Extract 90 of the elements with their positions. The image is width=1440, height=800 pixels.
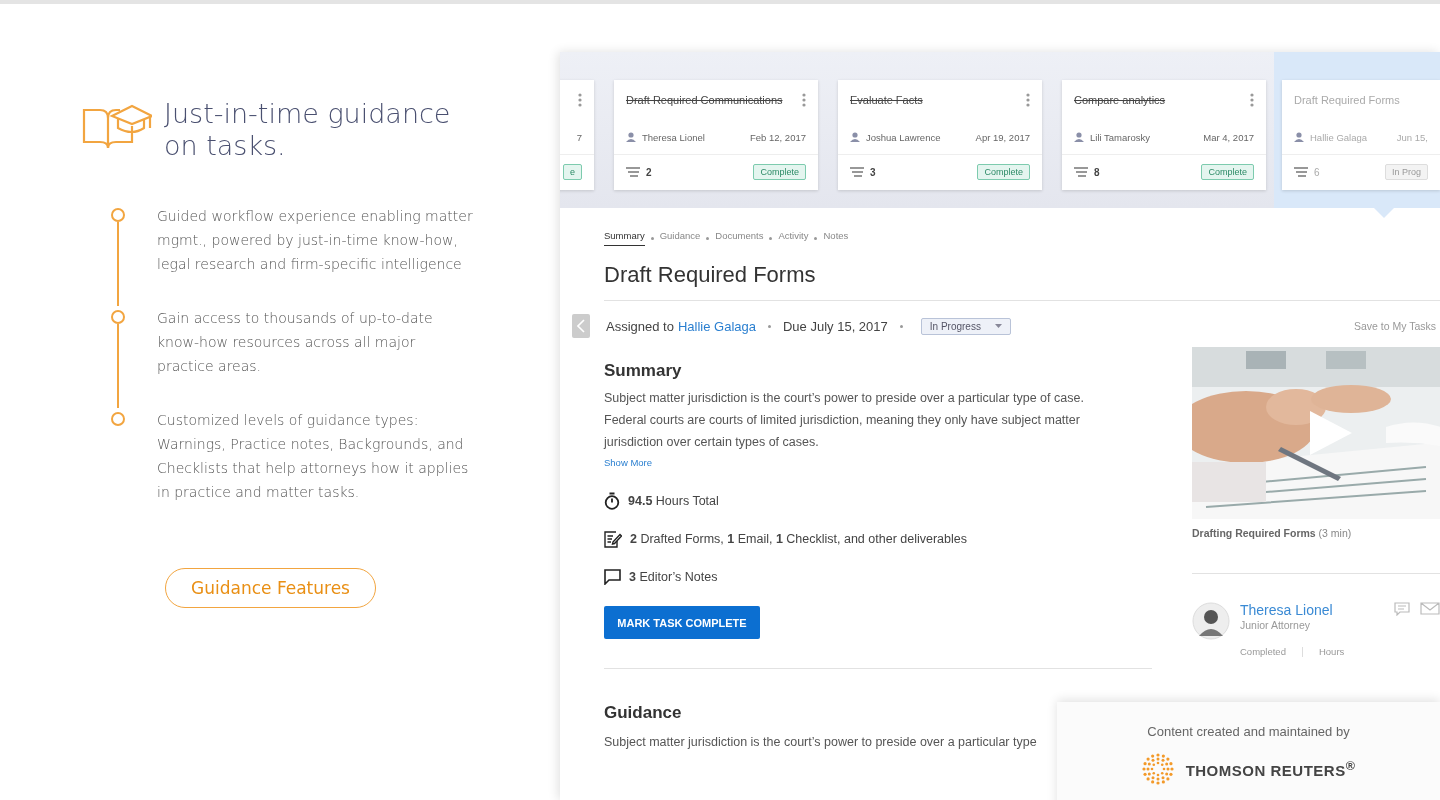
status-badge: Complete <box>1201 164 1254 180</box>
mark-complete-button[interactable]: MARK TASK COMPLETE <box>604 606 760 639</box>
edit-document-icon <box>604 530 622 548</box>
chat-icon[interactable] <box>1394 602 1410 616</box>
avatar <box>1192 602 1230 640</box>
stat-text: 94.5 Hours Total <box>628 494 719 508</box>
stat-text: 3 Editor’s Notes <box>629 570 718 584</box>
card-title: Compare analytics <box>1074 94 1166 106</box>
section-heading: Summary <box>604 361 683 381</box>
more-icon[interactable] <box>1250 93 1254 107</box>
caret-icon <box>994 324 1002 328</box>
stopwatch-icon <box>604 492 620 510</box>
separator-dot <box>769 236 773 240</box>
feature-text: Guided workflow experience enabling matter mgmt., powered by just-in-time know-how, legal research and firm-specific intelligence <box>157 207 473 274</box>
person-icon <box>626 132 636 142</box>
tab[interactable]: Guidance <box>659 230 701 246</box>
separator-dot <box>814 236 818 240</box>
more-icon[interactable] <box>1026 93 1030 107</box>
list-icon <box>1074 167 1088 177</box>
subtask-count: 2 <box>646 166 652 178</box>
play-icon[interactable] <box>1310 411 1352 455</box>
separator-dot <box>706 236 710 240</box>
list-icon <box>626 167 640 177</box>
tab[interactable]: Summary <box>604 230 645 246</box>
person-icon <box>850 132 860 142</box>
stat-text: 2 Drafted Forms, 1 Email, 1 Checklist, and other deliverables <box>630 532 967 546</box>
due-date: Due July 15, 2017 <box>783 318 888 334</box>
section-heading: Guidance <box>604 703 683 723</box>
separator-dot <box>650 236 654 240</box>
dotted-sphere-icon <box>1141 753 1174 785</box>
card-title: Draft Required Forms <box>1294 94 1400 106</box>
tab[interactable]: Notes <box>823 230 849 246</box>
status-dropdown[interactable]: In Progress <box>920 317 1011 335</box>
assignee-name: Theresa Lionel <box>642 131 705 143</box>
card-title: Evaluate Facts <box>850 94 923 106</box>
guidance-features-button[interactable]: Guidance Features <box>165 568 376 608</box>
subtask-count: 6 <box>1314 166 1320 178</box>
subtask-count: 8 <box>1094 166 1100 178</box>
brand-name: THOMSON REUTERS$^{®}$ <box>1185 759 1356 779</box>
stat-label: Hours <box>1318 646 1345 657</box>
comment-icon <box>604 569 621 585</box>
person-role: Junior Attorney <box>1240 619 1312 631</box>
stat-label: Completed <box>1240 646 1286 657</box>
list-icon <box>1294 167 1308 177</box>
timeline-dot <box>111 412 125 426</box>
subtask-count: 3 <box>870 166 876 178</box>
status-badge: Complete <box>977 164 1030 180</box>
credit-text: Content created and maintained by <box>1147 724 1350 739</box>
assignee-name: Joshua Lawrence <box>866 131 941 143</box>
card-title: Draft Required Communications <box>626 94 783 106</box>
separator-dot <box>768 324 771 328</box>
assignee-name: Hallie Galaga <box>1310 131 1368 143</box>
show-more-link[interactable]: Show More <box>604 457 1152 468</box>
task-card[interactable]: Draft Required Communications Theresa Lionel Feb 12, 2017 2 Complete <box>614 80 818 190</box>
summary-text: Subject matter jurisdiction is the court’s power to preside over a particular type of case. Federal courts are courts of limited jurisdiction, meaning they only have subject matter jurisdiction over certain types of cases. <box>604 390 1085 451</box>
person-icon <box>1074 132 1084 142</box>
person-icon <box>1294 132 1304 142</box>
guidance-text: Subject matter jurisdiction is the court’s power to preside over a particular type <box>604 734 1038 751</box>
section-title: Just-in-time guidance on tasks. <box>164 98 452 162</box>
card-date: Jun 15, <box>1396 131 1428 143</box>
assignee-name: Lili Tamarosky <box>1090 131 1150 143</box>
status-badge: In Prog <box>1384 164 1428 180</box>
chevron-left-icon <box>577 319 585 333</box>
list-icon <box>850 167 864 177</box>
save-to-tasks-link[interactable]: Save to My Tasks <box>1353 320 1436 332</box>
card-date: Apr 19, 2017 <box>975 131 1030 143</box>
feature-text: Gain access to thousands of up-to-date know-how resources across all major practice areas. <box>157 309 434 376</box>
assigned-label: Assigned to <box>606 318 674 334</box>
tab[interactable]: Activity <box>778 230 809 246</box>
tab[interactable]: Documents <box>715 230 764 246</box>
card-date: Feb 12, 2017 <box>750 131 806 143</box>
feature-text: Customized levels of guidance types: Warnings, Practice notes, Backgrounds, and Checklists that help attorneys how it applies in practice and matter tasks. <box>157 411 470 502</box>
more-icon[interactable] <box>802 93 806 107</box>
card-date: 7 <box>576 131 582 143</box>
separator-dot <box>899 324 903 328</box>
task-card[interactable]: Draft Required Forms Hallie Galaga Jun 15, 6 In Prog <box>1282 80 1440 190</box>
task-card[interactable]: Compare analytics Lili Tamarosky Mar 4, 2017 8 Complete <box>1062 80 1266 190</box>
back-button[interactable] <box>572 314 590 338</box>
person-name[interactable]: Theresa Lionel <box>1240 602 1333 618</box>
book-graduation-cap-icon <box>82 102 152 150</box>
task-title: Draft Required Forms <box>604 262 1440 301</box>
status-badge: Complete <box>753 164 806 180</box>
assignee-link[interactable]: Hallie Galaga <box>677 318 756 334</box>
task-card[interactable]: 7 e <box>560 80 594 190</box>
status-badge: e <box>563 164 582 180</box>
task-card[interactable]: Evaluate Facts Joshua Lawrence Apr 19, 2017 3 Complete <box>838 80 1042 190</box>
mail-icon[interactable] <box>1420 602 1440 615</box>
video-caption: Drafting Required Forms (3 min) <box>1192 527 1353 539</box>
more-icon[interactable] <box>578 93 582 107</box>
card-date: Mar 4, 2017 <box>1203 131 1254 143</box>
